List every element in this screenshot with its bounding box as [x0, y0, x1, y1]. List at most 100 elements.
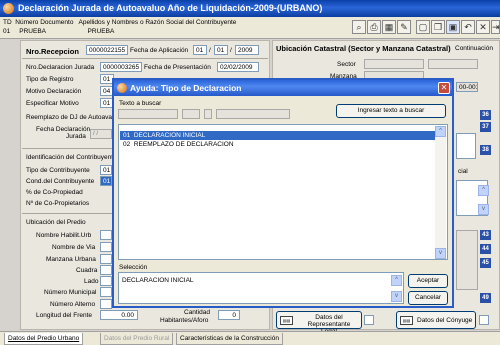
nro-declaracion-field[interactable]: 0000003265 — [100, 62, 142, 72]
search-field-3[interactable] — [204, 109, 212, 119]
sector-field[interactable] — [364, 59, 424, 69]
datos-representante-button[interactable]: ▤▤ Datos del Representante Legal — [276, 311, 362, 335]
selection-scroll-down-icon[interactable]: v — [391, 291, 402, 302]
print-icon[interactable]: ⎙ — [367, 20, 381, 34]
date-separator: / — [209, 47, 211, 54]
scroll-up-icon[interactable]: ^ — [478, 185, 489, 196]
copropiedad-label: % de Co-Propiedad — [26, 189, 83, 196]
fecha-decl-field[interactable]: / / — [90, 129, 112, 139]
ingresar-button[interactable]: Ingresar texto a buscar — [336, 104, 446, 118]
id-card-icon: ▤▤ — [280, 316, 293, 325]
nro-declaracion-label: Nro.Declaracion Jurada — [26, 64, 95, 71]
fecha-presentacion-label: Fecha de Presentación — [144, 64, 211, 71]
button-37[interactable]: 37 — [480, 122, 491, 132]
numero-alterno-label: Número Alterno — [50, 301, 96, 308]
selection-scroll-up-icon[interactable]: ^ — [391, 275, 402, 286]
list-scrollbar-track[interactable] — [435, 137, 446, 248]
dialog-title-bar: Ayuda: Tipo de Declaracion — [114, 80, 452, 96]
header-bar: TD Número Documento Apellidos y Nombres … — [0, 17, 500, 39]
code-field[interactable]: 00-001 — [456, 82, 478, 92]
cuadra-label: Cuadra — [76, 267, 98, 274]
reemplazo-label: Reemplazo de DJ de Autoava — [26, 114, 112, 121]
nro-recepcion-label: Nro.Recepcion — [26, 47, 79, 56]
scroll-down-icon[interactable]: v — [478, 204, 489, 215]
habilit-label: Nombre Habilit.Urb — [36, 232, 92, 239]
sector-label: Sector — [337, 61, 356, 68]
button-49[interactable]: 49 — [480, 293, 491, 303]
list-item[interactable]: 02 REEMPLAZO DE DECLARACION — [120, 140, 435, 149]
via-field[interactable] — [100, 242, 112, 252]
copropietarios-label: Nº de Co-Propietarios — [26, 200, 90, 207]
sector-extra-field[interactable] — [428, 59, 478, 69]
header-doc-label: Número Documento — [15, 19, 74, 26]
list-item-label: DECLARACION INICIAL — [133, 132, 206, 139]
new-document-icon[interactable]: ▢ — [416, 20, 430, 34]
motivo-label: Motivo Declaración — [26, 88, 82, 95]
lado-field[interactable] — [100, 276, 112, 286]
header-name-label: Apellidos y Nombres o Razón Social del C… — [78, 19, 237, 26]
cancelar-button[interactable]: Cancelar — [408, 291, 448, 305]
dialog-title: Ayuda: Tipo de Declaracion — [130, 83, 242, 93]
especificar-label: Especificar Motivo — [26, 100, 79, 107]
button-43[interactable]: 43 — [480, 230, 491, 240]
fecha-aplicacion-year[interactable]: 2009 — [235, 45, 259, 55]
representante-checkbox[interactable] — [364, 315, 374, 325]
exit-icon[interactable]: ⇥ — [491, 20, 500, 34]
nro-recepcion-field[interactable]: 0000022155 — [86, 45, 128, 55]
habilit-field[interactable] — [100, 230, 112, 240]
cantidad-label: Cantidad — [184, 309, 211, 316]
via-label: Nombre de Via — [52, 244, 96, 251]
tipo-contribuyente-label: Tipo de Contribuyente — [26, 167, 90, 174]
fecha-aplicacion-day[interactable]: 01 — [193, 45, 207, 55]
app-icon — [3, 3, 14, 14]
fecha-presentacion-field[interactable]: 02/02/2009 — [217, 62, 259, 72]
divider — [22, 213, 112, 214]
list-item-selected[interactable]: 01 DECLARACION INICIAL — [120, 131, 435, 140]
search-field-4[interactable] — [216, 109, 290, 119]
tab-predio-rural[interactable]: Datos del Predio Rural — [100, 333, 174, 345]
tab-caracteristicas[interactable]: Características de la Construcción — [176, 333, 283, 345]
header-td-value: 01 — [3, 28, 11, 35]
fecha-aplicacion-month[interactable]: 01 — [214, 45, 228, 55]
datos-conyuge-label: Datos del Cónyuge — [417, 317, 473, 324]
search-field-1[interactable] — [118, 109, 178, 119]
numero-municipal-field[interactable] — [100, 287, 112, 297]
list-scroll-up-icon[interactable]: ^ — [435, 126, 446, 137]
list-scroll-down-icon[interactable]: v — [435, 248, 446, 259]
window-title-bar: Declaración Jurada de Autoavaluo Año de … — [0, 0, 500, 17]
dialog-close-button[interactable]: ✕ — [438, 82, 450, 94]
button-38[interactable]: 38 — [480, 145, 491, 155]
datos-conyuge-button[interactable]: ▤▤ Datos del Cónyuge — [396, 311, 476, 329]
selection-box[interactable]: DECLARACION INICIAL ^ v — [118, 272, 404, 304]
cantidad-field[interactable]: 0 — [218, 310, 240, 320]
tab-predio-urbano[interactable]: Datos del Predio Urbano — [4, 333, 84, 345]
close-icon[interactable]: ✕ — [476, 20, 490, 34]
undo-icon[interactable]: ↶ — [461, 20, 475, 34]
aceptar-button[interactable]: Aceptar — [408, 274, 448, 288]
cuadra-field[interactable] — [100, 265, 112, 275]
date-separator: / — [230, 47, 232, 54]
conyuge-checkbox[interactable] — [479, 315, 489, 325]
cial-label: cial — [458, 168, 468, 175]
header-name-value: PRUEBA — [87, 28, 115, 35]
button-45[interactable]: 45 — [480, 258, 491, 268]
declaration-list[interactable]: 01 DECLARACION INICIAL 02 REEMPLAZO DE D… — [118, 124, 448, 260]
save-icon[interactable]: ▣ — [446, 20, 460, 34]
manzana-urbana-field[interactable] — [100, 254, 112, 264]
copy-icon[interactable]: ❐ — [431, 20, 445, 34]
tipo-contribuyente-field[interactable]: 01 — [100, 165, 112, 175]
search-label: Texto a buscar — [119, 100, 162, 107]
dialog-icon — [117, 83, 127, 93]
numero-alterno-field[interactable] — [100, 299, 112, 309]
fecha-decl-label: Fecha Declaración — [36, 126, 91, 133]
longitud-field[interactable]: 0.00 — [100, 310, 138, 320]
list-item-label: REEMPLAZO DE DECLARACION — [133, 141, 234, 148]
edit-icon[interactable]: ✎ — [397, 20, 411, 34]
right-field[interactable] — [456, 133, 476, 159]
grid-icon[interactable]: ▦ — [382, 20, 396, 34]
search-field-2[interactable] — [182, 109, 200, 119]
cond-contribuyente-field[interactable]: 01 — [100, 176, 112, 186]
button-36[interactable]: 36 — [480, 110, 491, 120]
button-44[interactable]: 44 — [480, 244, 491, 254]
binoculars-icon[interactable]: ⌕ — [352, 20, 366, 34]
